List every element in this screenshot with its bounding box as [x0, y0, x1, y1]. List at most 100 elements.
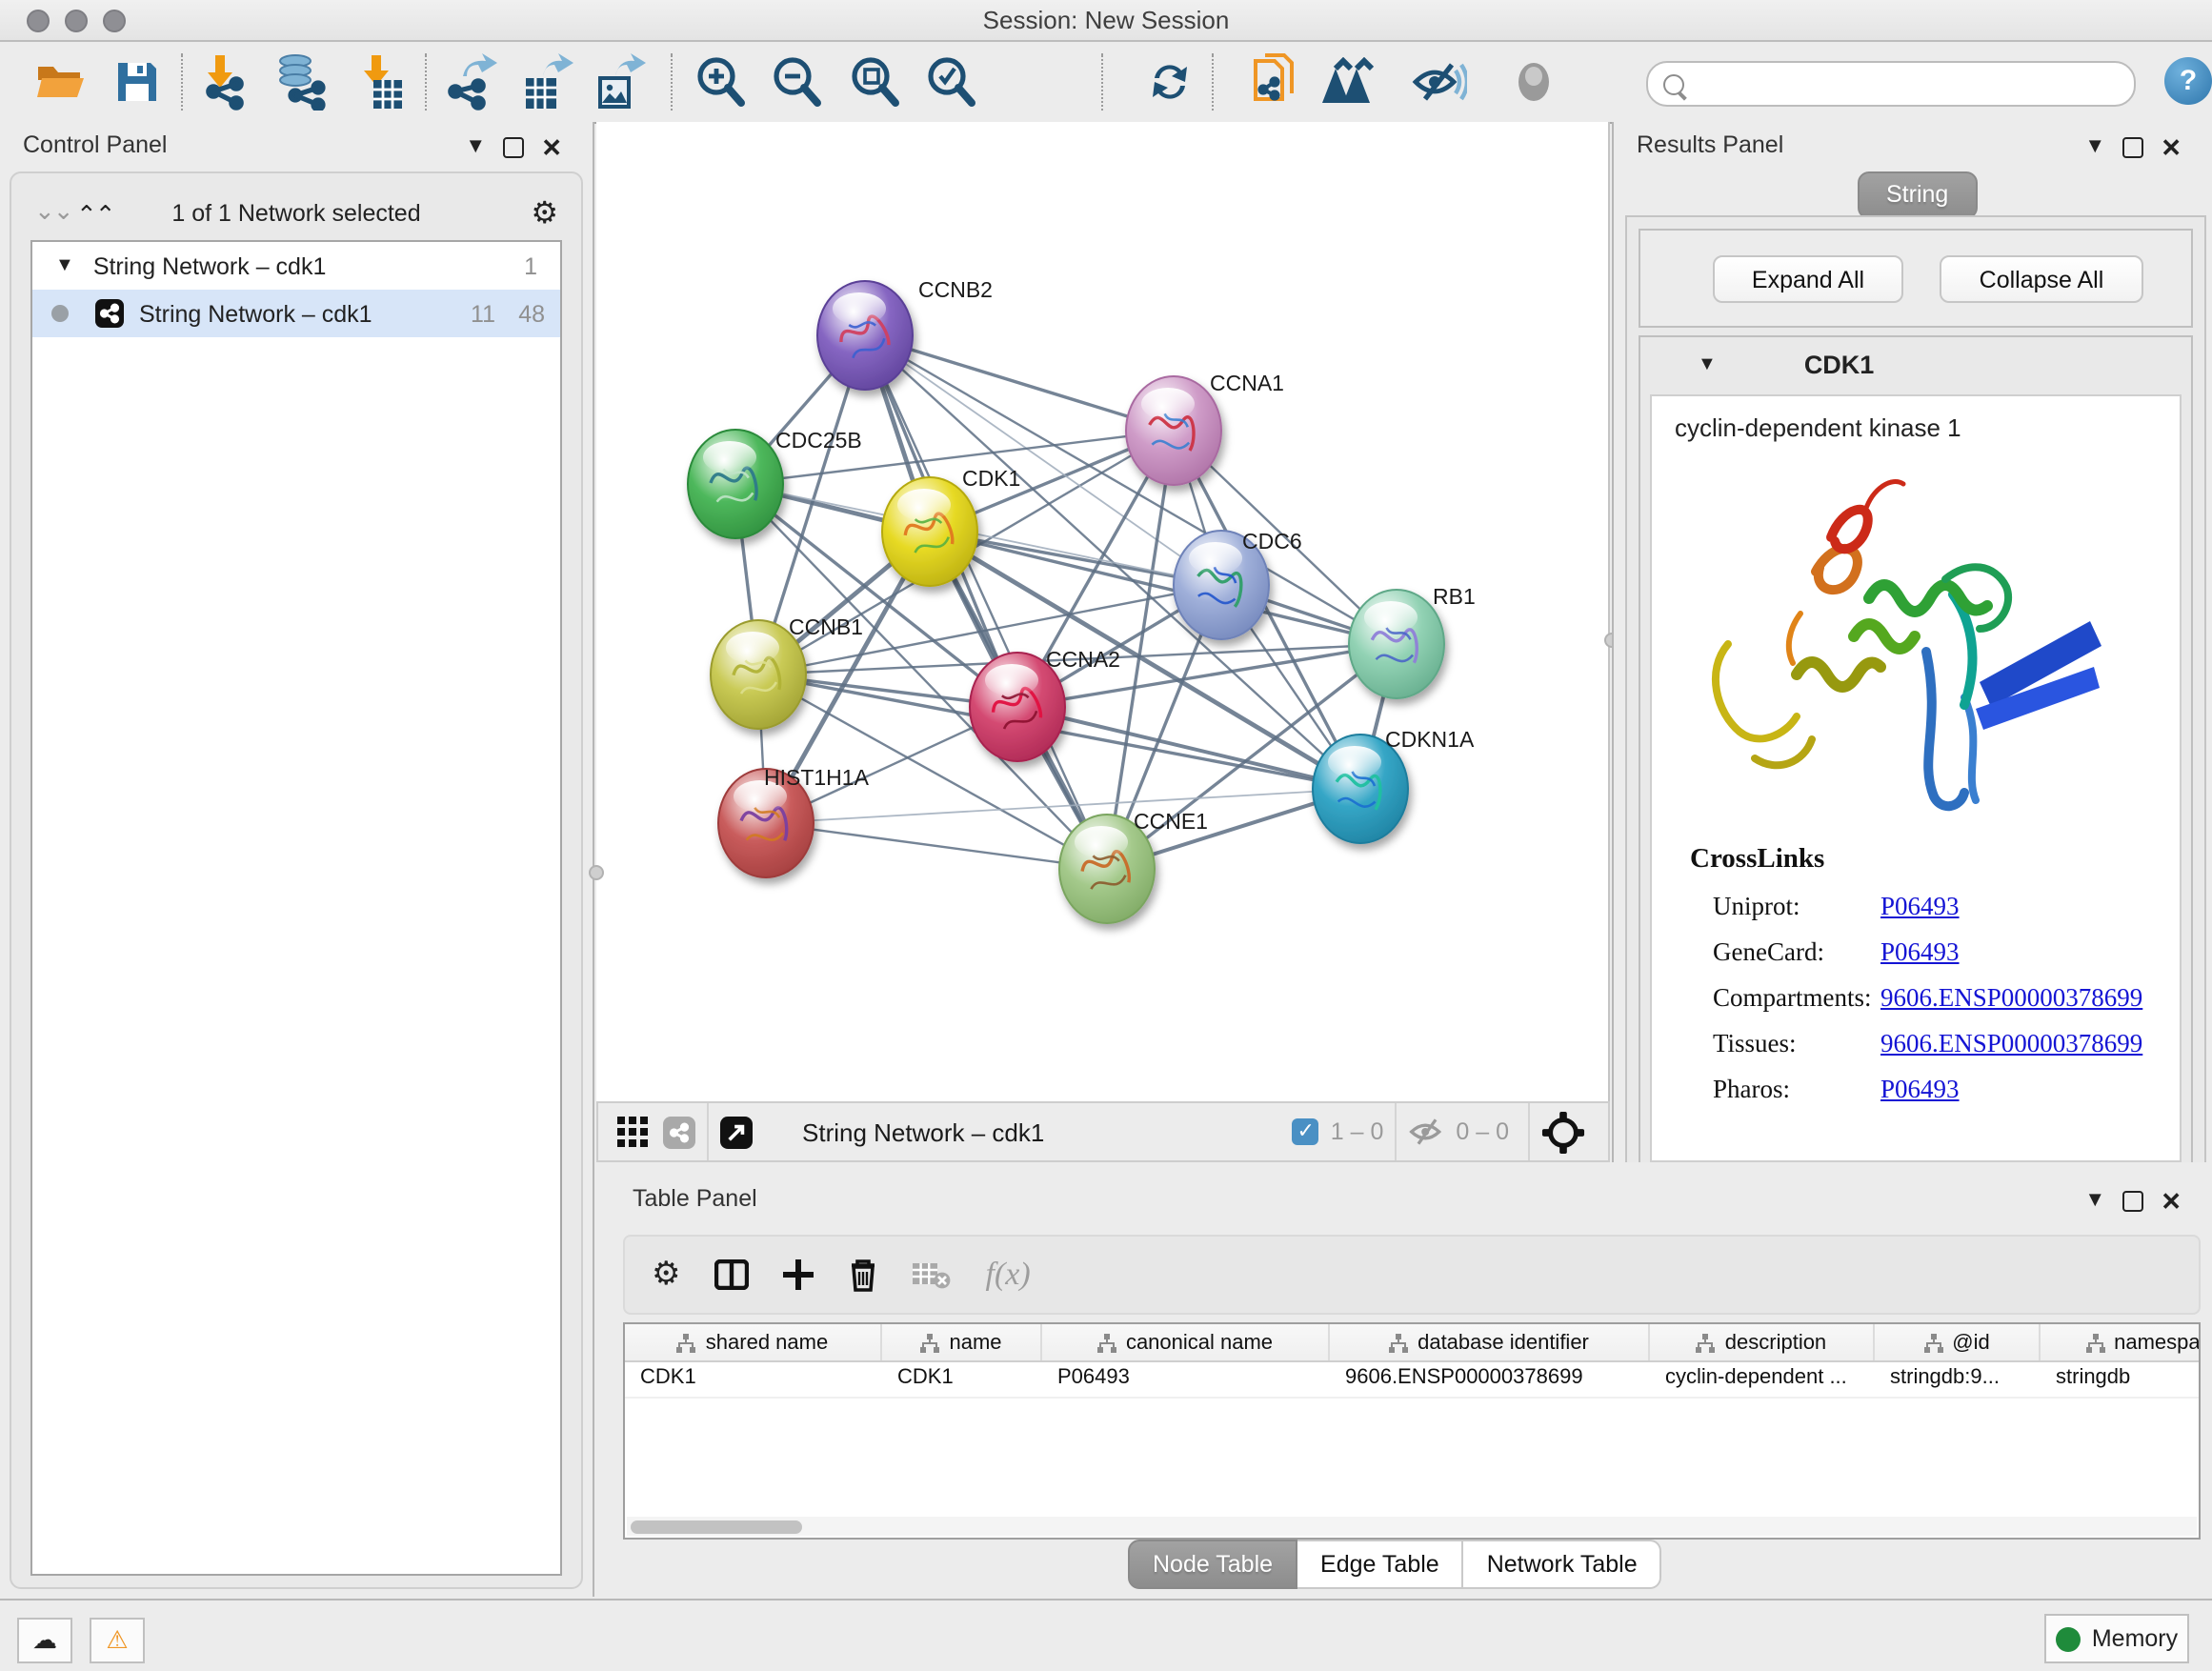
network-node-CCNB2[interactable] — [817, 281, 913, 390]
close-panel-icon[interactable]: ✕ — [541, 135, 562, 160]
scrollbar-thumb[interactable] — [631, 1520, 802, 1533]
network-node-CDK1[interactable] — [882, 477, 977, 586]
column-header-database-identifier[interactable]: database identifier — [1330, 1324, 1650, 1360]
refresh-icon[interactable] — [1139, 53, 1200, 111]
import-network-icon[interactable] — [194, 53, 255, 111]
network-collection-row[interactable]: ▼ String Network – cdk1 1 — [32, 242, 560, 290]
show-all-icon[interactable] — [1503, 53, 1564, 111]
float-panel-icon[interactable]: ▼ — [2084, 137, 2105, 158]
export-network-icon[interactable] — [440, 53, 501, 111]
crosslink-link[interactable]: P06493 — [1880, 937, 1960, 968]
network-edge[interactable] — [1017, 707, 1360, 789]
help-icon[interactable]: ? — [2164, 57, 2212, 105]
table-options-gear-icon[interactable]: ⚙ — [652, 1256, 681, 1294]
crosslink-link[interactable]: P06493 — [1880, 1075, 1960, 1105]
import-network-from-database-icon[interactable] — [271, 53, 332, 111]
delete-table-icon[interactable] — [914, 1259, 952, 1290]
zoom-selected-icon[interactable] — [920, 53, 981, 111]
grid-view-icon[interactable] — [617, 1117, 648, 1147]
column-header-name[interactable]: name — [882, 1324, 1042, 1360]
crosslinks-title: CrossLinks — [1690, 844, 2180, 876]
hidden-eye-icon[interactable] — [1408, 1117, 1446, 1147]
detach-view-icon[interactable] — [720, 1116, 753, 1148]
network-options-gear-icon[interactable]: ⚙ — [531, 194, 558, 232]
close-panel-icon[interactable]: ✕ — [2161, 135, 2182, 160]
network-node-RB1[interactable] — [1349, 590, 1444, 698]
delete-column-icon[interactable] — [849, 1258, 879, 1292]
cloud-status-button[interactable]: ☁ — [17, 1618, 72, 1663]
card-expander-icon[interactable]: ▼ — [1698, 353, 1717, 374]
network-canvas[interactable]: CCNB2CCNA1CDC25BCDK1CDC6RB1CCNB1CCNA2CDK… — [596, 122, 1610, 1101]
crosslink-label: Compartments: — [1713, 983, 1880, 1014]
function-builder-button[interactable]: f(x) — [986, 1256, 1031, 1294]
network-edge[interactable] — [766, 823, 1107, 869]
warnings-button[interactable]: ⚠ — [90, 1618, 145, 1663]
zoom-out-icon[interactable] — [766, 53, 827, 111]
show-columns-icon[interactable] — [715, 1259, 750, 1290]
network-current-dot-icon — [51, 305, 69, 322]
string-network-icon — [95, 299, 124, 328]
collection-expander-icon[interactable]: ▼ — [55, 255, 74, 276]
save-session-icon[interactable] — [107, 53, 168, 111]
table-cell[interactable]: stringdb — [2041, 1362, 2201, 1397]
network-node-CCNA1[interactable] — [1126, 376, 1221, 485]
crosslink-label: Uniprot: — [1713, 892, 1880, 922]
table-cell[interactable]: P06493 — [1042, 1362, 1330, 1397]
column-type-icon — [920, 1333, 939, 1352]
close-panel-icon[interactable]: ✕ — [2161, 1189, 2182, 1214]
tab-string[interactable]: String — [1858, 171, 1977, 219]
column-header-namespace[interactable]: namespace — [2041, 1324, 2201, 1360]
table-panel-title: Table Panel — [633, 1185, 757, 1212]
gene-name: CDK1 — [1804, 350, 1875, 378]
network-row-selected[interactable]: String Network – cdk1 11 48 — [32, 290, 560, 337]
vertical-splitter-handle[interactable] — [589, 865, 604, 880]
open-documentation-icon[interactable] — [1244, 53, 1305, 111]
cytoscape-home-icon[interactable] — [1317, 53, 1389, 111]
column-header-description[interactable]: description — [1650, 1324, 1875, 1360]
warning-icon: ⚠ — [106, 1625, 128, 1656]
tab-edge-table[interactable]: Edge Table — [1297, 1540, 1464, 1589]
float-panel-icon[interactable]: ▼ — [465, 137, 486, 158]
table-cell[interactable]: CDK1 — [882, 1362, 1042, 1397]
network-edge[interactable] — [865, 335, 1107, 869]
search-input[interactable] — [1684, 70, 2134, 97]
crosslink-link[interactable]: 9606.ENSP00000378699 — [1880, 983, 2142, 1014]
tab-network-table[interactable]: Network Table — [1464, 1540, 1662, 1589]
zoom-fit-icon[interactable] — [844, 53, 905, 111]
column-header-canonical-name[interactable]: canonical name — [1042, 1324, 1330, 1360]
import-table-icon[interactable] — [351, 53, 412, 111]
table-cell[interactable]: CDK1 — [625, 1362, 882, 1397]
export-table-icon[interactable] — [516, 53, 577, 111]
tab-node-table[interactable]: Node Table — [1128, 1540, 1297, 1589]
column-header-shared-name[interactable]: shared name — [625, 1324, 882, 1360]
network-node-CDC25B[interactable] — [688, 430, 783, 538]
float-panel-icon[interactable]: ▼ — [2084, 1191, 2105, 1212]
maximize-panel-icon[interactable] — [2122, 1191, 2143, 1212]
table-row[interactable]: CDK1CDK1P064939606.ENSP00000378699cyclin… — [625, 1362, 2199, 1399]
selected-nodes-checkbox[interactable]: ✓ — [1293, 1118, 1319, 1145]
collapse-all-button[interactable]: Collapse All — [1940, 255, 2143, 303]
export-image-icon[interactable] — [589, 53, 650, 111]
gene-description: cyclin-dependent kinase 1 — [1675, 413, 2180, 442]
table-cell[interactable]: cyclin-dependent ... — [1650, 1362, 1875, 1397]
hide-selected-icon[interactable] — [1408, 53, 1469, 111]
table-horizontal-scrollbar[interactable] — [627, 1517, 2197, 1536]
table-cell[interactable]: stringdb:9... — [1875, 1362, 2041, 1397]
birdseye-crosshair-icon[interactable] — [1541, 1110, 1585, 1154]
memory-button[interactable]: Memory — [2044, 1614, 2189, 1663]
network-graph[interactable]: CCNB2CCNA1CDC25BCDK1CDC6RB1CCNB1CCNA2CDK… — [596, 122, 1610, 1099]
toolbar-separator — [1101, 53, 1103, 111]
search-field[interactable] — [1646, 61, 2136, 107]
network-badge-icon[interactable] — [663, 1116, 695, 1148]
expand-all-button[interactable]: Expand All — [1713, 255, 1903, 303]
zoom-in-icon[interactable] — [690, 53, 751, 111]
main-toolbar: ? — [0, 42, 2212, 124]
crosslink-link[interactable]: 9606.ENSP00000378699 — [1880, 1029, 2142, 1059]
open-session-icon[interactable] — [30, 53, 91, 111]
maximize-panel-icon[interactable] — [2122, 137, 2143, 158]
add-column-icon[interactable] — [784, 1259, 814, 1290]
column-header--id[interactable]: @id — [1875, 1324, 2041, 1360]
table-cell[interactable]: 9606.ENSP00000378699 — [1330, 1362, 1650, 1397]
maximize-panel-icon[interactable] — [503, 137, 524, 158]
crosslink-link[interactable]: P06493 — [1880, 892, 1960, 922]
